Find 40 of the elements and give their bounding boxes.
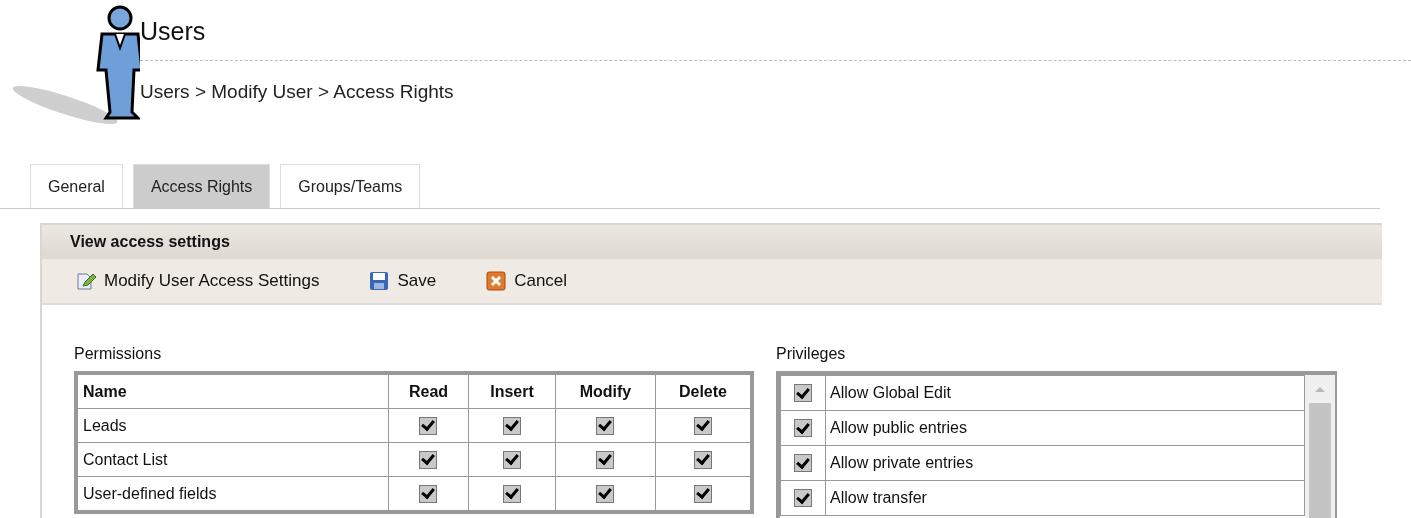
checkbox[interactable] bbox=[596, 450, 615, 469]
column-header: Name bbox=[76, 373, 389, 409]
checkbox[interactable] bbox=[503, 416, 522, 435]
cancel-icon bbox=[486, 271, 507, 291]
checkbox[interactable] bbox=[503, 484, 522, 503]
page-title: Users bbox=[140, 16, 207, 47]
table-cell: Leads bbox=[76, 408, 389, 443]
list-item[interactable]: Allow Global Edit bbox=[825, 375, 1305, 411]
checkbox[interactable] bbox=[419, 416, 438, 435]
list-item[interactable]: Allow private entries bbox=[825, 445, 1305, 481]
checkbox[interactable] bbox=[794, 454, 812, 473]
list-item[interactable]: Allow transfer bbox=[825, 480, 1305, 516]
list-item[interactable]: Allow public entries bbox=[825, 410, 1305, 446]
checkbox[interactable] bbox=[596, 484, 615, 503]
pencil-page-icon bbox=[76, 271, 96, 291]
breadcrumb: Users > Modify User > Access Rights bbox=[140, 81, 455, 103]
panel-title: View access settings bbox=[70, 233, 230, 251]
tab[interactable]: Groups/Teams bbox=[280, 164, 421, 208]
checkbox[interactable] bbox=[419, 484, 438, 503]
tab[interactable]: General bbox=[30, 164, 123, 208]
table-cell: Contact List bbox=[76, 442, 389, 477]
section-label: Permissions bbox=[74, 345, 163, 363]
save-button[interactable]: Save bbox=[369, 271, 437, 291]
cancel-button[interactable]: Cancel bbox=[486, 271, 568, 291]
edit-button[interactable]: Modify User Access Settings bbox=[76, 271, 320, 291]
section-label: Privileges bbox=[776, 345, 847, 363]
checkbox[interactable] bbox=[794, 384, 812, 403]
scrollbar[interactable] bbox=[1305, 375, 1335, 518]
checkbox[interactable] bbox=[596, 416, 615, 435]
column-header: Modify bbox=[555, 373, 656, 409]
checkbox[interactable] bbox=[503, 450, 522, 469]
column-header: Read bbox=[388, 373, 469, 409]
checkbox[interactable] bbox=[693, 416, 712, 435]
checkbox[interactable] bbox=[693, 450, 712, 469]
checkbox[interactable] bbox=[794, 489, 812, 508]
column-header: Insert bbox=[468, 373, 556, 409]
checkbox[interactable] bbox=[794, 419, 812, 438]
checkbox[interactable] bbox=[693, 484, 712, 503]
checkbox[interactable] bbox=[419, 450, 438, 469]
tab[interactable]: Access Rights bbox=[132, 164, 271, 208]
